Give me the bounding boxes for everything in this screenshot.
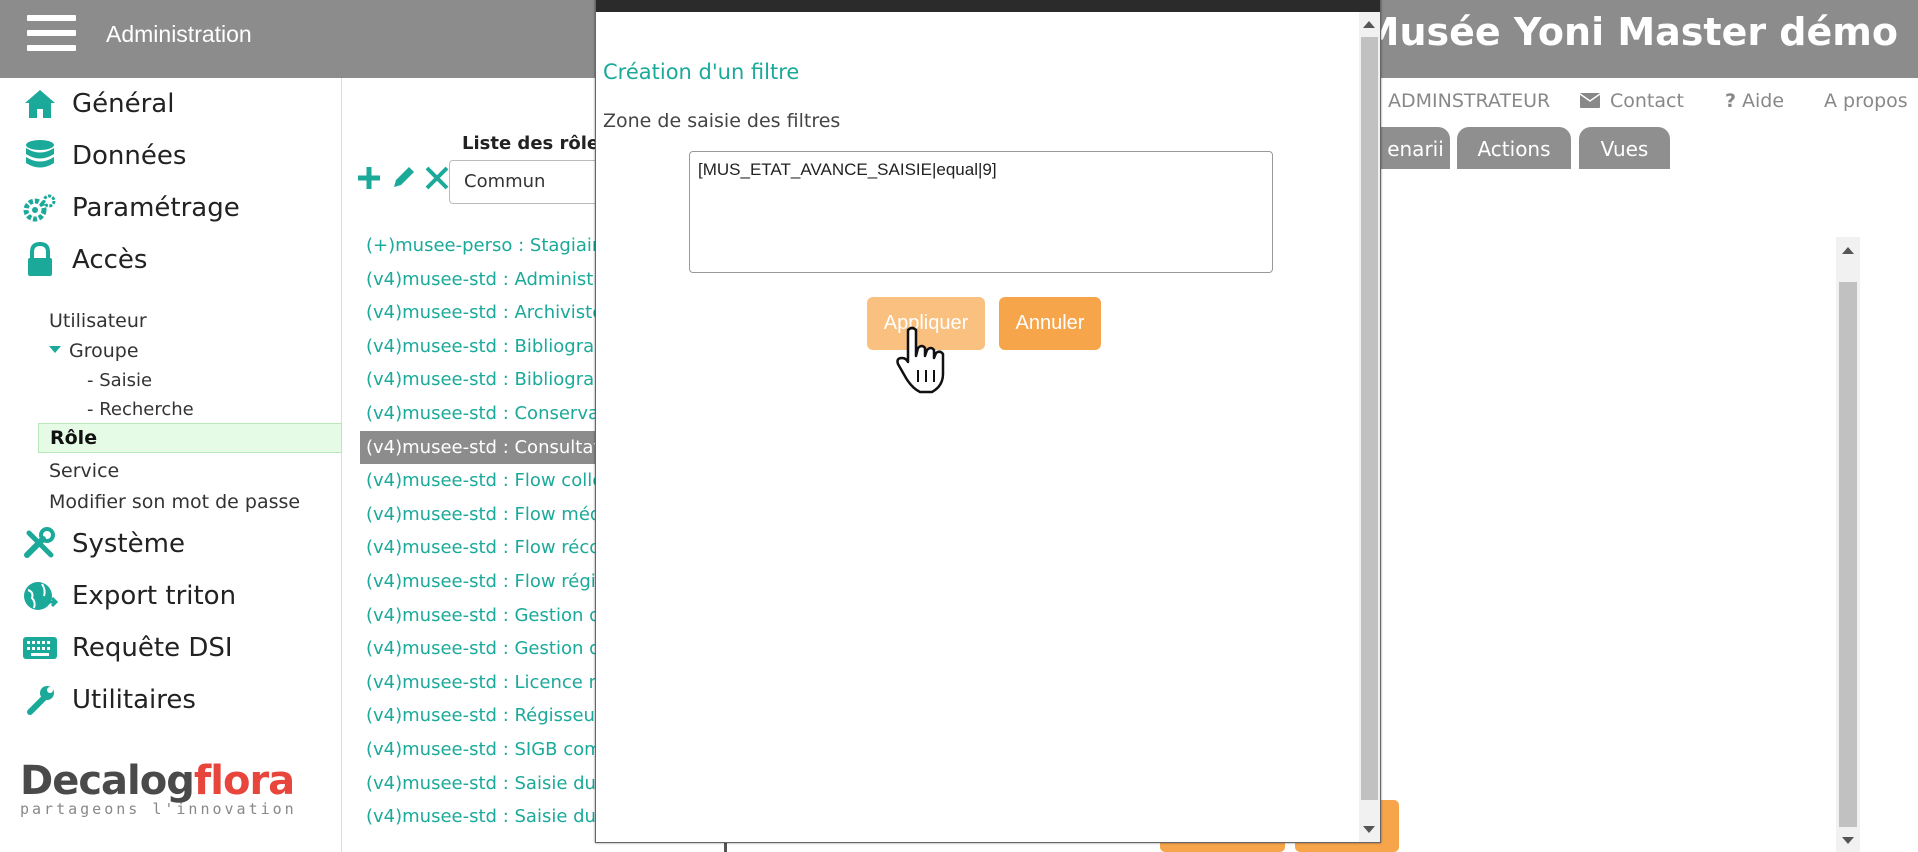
role-list-item[interactable]: (v4)musee-std : Saisie du n [366,767,596,801]
role-list-item[interactable]: (v4)musee-std : Licence mo [366,666,596,700]
filter-creation-modal: Création d'un filtre Zone de saisie des … [595,0,1381,843]
role-list-item[interactable]: (v4)musee-std : Bibliograp [366,363,596,397]
database-icon [22,138,58,174]
sidebar-sub-saisie[interactable]: - Saisie [87,370,152,391]
filter-textarea[interactable]: [MUS_ETAT_AVANCE_SAISIE|equal|9] [689,151,1273,273]
role-toolbar [354,162,452,194]
tab-scenarii[interactable]: enarii [1381,127,1450,169]
wrench-icon [22,682,58,718]
tab-vues[interactable]: Vues [1579,127,1670,169]
caret-down-icon [49,346,61,353]
sidebar-sub-utilisateur[interactable]: Utilisateur [49,310,147,332]
sidebar-item-general[interactable]: Général [22,84,174,124]
cancel-button[interactable]: Annuler [999,297,1101,350]
role-list-item[interactable]: (v4)musee-std : Flow collec [366,464,596,498]
role-list-item[interactable]: (v4)musee-std : Flow régie [366,565,596,599]
topnav-admin-link[interactable]: ADMINSTRATEUR [1388,90,1550,112]
sidebar-item-systeme[interactable]: Système [22,524,185,564]
role-list-item[interactable]: (v4)musee-std : Archiviste [366,296,596,330]
modal-scrollbar[interactable] [1359,12,1380,842]
role-list-item[interactable]: (v4)musee-std : Régisseur [366,699,596,733]
sidebar-item-acces[interactable]: Accès [22,240,147,280]
sidebar: Général Données Paramétrage Accès Utilis… [0,78,342,852]
role-list-item[interactable]: (v4)musee-std : Conservate [366,397,596,431]
scrollbar-thumb[interactable] [1839,282,1857,827]
scroll-up-arrow-icon[interactable] [1842,247,1854,254]
roles-list-label: Liste des rôles [462,133,610,154]
role-list-item[interactable]: (v4)musee-std : Gestion du [366,632,596,666]
sidebar-item-parametrage[interactable]: Paramétrage [22,188,240,228]
topnav-aide-link[interactable]: ? Aide [1725,90,1784,112]
keyboard-icon [22,630,58,666]
sidebar-item-requete-dsi[interactable]: Requête DSI [22,628,233,668]
role-list: (+)musee-perso : Stagiaire (v4)musee-std… [360,229,596,834]
sidebar-item-utilitaires[interactable]: Utilitaires [22,680,196,720]
envelope-icon [1579,91,1601,113]
topnav-apropos-link[interactable]: A propos [1824,90,1908,112]
decalog-flora-logo: Decalogflora partageons l'innovation [20,758,297,818]
role-list-item[interactable]: (v4)musee-std : Flow médi [366,498,596,532]
role-list-item[interactable]: (v4)musee-std : Bibliograp [366,330,596,364]
sidebar-sub-service[interactable]: Service [49,460,119,482]
main-scrollbar[interactable] [1836,237,1860,852]
scrollbar-thumb[interactable] [1361,37,1378,800]
app-title: Musée Yoni Master démo [1361,10,1898,54]
role-list-item[interactable]: (v4)musee-std : Gestion de [366,599,596,633]
edit-pencil-icon[interactable] [388,162,418,194]
sidebar-sub-groupe[interactable]: Groupe [49,340,139,362]
role-list-item[interactable]: (v4)musee-std : SIGB comp [366,733,596,767]
sidebar-item-export-triton[interactable]: Export triton [22,576,236,616]
globe-export-icon [22,578,58,614]
home-icon [22,86,58,122]
scroll-down-arrow-icon[interactable] [1842,837,1854,844]
sidebar-item-donnees[interactable]: Données [22,136,186,176]
sidebar-sub-role[interactable]: Rôle [38,423,342,453]
role-list-item[interactable]: (v4)musee-std : Administra [366,263,596,297]
hamburger-menu-icon[interactable] [27,15,76,52]
role-group-select[interactable]: Commun [449,160,599,204]
apply-button[interactable]: Appliquer [867,297,985,350]
sidebar-sub-recherche[interactable]: - Recherche [87,399,194,420]
question-icon: ? [1725,90,1737,112]
sidebar-sub-password[interactable]: Modifier son mot de passe [49,491,300,513]
topnav-contact-link[interactable]: Contact [1579,90,1684,113]
role-list-item[interactable]: (v4)musee-std : Saisie du n [366,800,596,834]
role-list-item-selected[interactable]: (v4)musee-std : Consultatio [360,430,596,465]
gears-icon [22,190,58,226]
scroll-up-arrow-icon[interactable] [1363,21,1375,28]
delete-x-icon[interactable] [422,162,452,194]
lock-icon [22,242,58,278]
scroll-down-arrow-icon[interactable] [1363,826,1375,833]
filter-zone-label: Zone de saisie des filtres [603,110,841,132]
role-list-item[interactable]: (v4)musee-std : Flow récol [366,531,596,565]
tab-actions[interactable]: Actions [1457,127,1571,169]
modal-title: Création d'un filtre [603,60,800,84]
tools-icon [22,526,58,562]
modal-top-bar [596,0,1380,12]
section-title: Administration [106,21,252,47]
role-list-item[interactable]: (+)musee-perso : Stagiaire [366,229,596,263]
add-icon[interactable] [354,162,384,194]
